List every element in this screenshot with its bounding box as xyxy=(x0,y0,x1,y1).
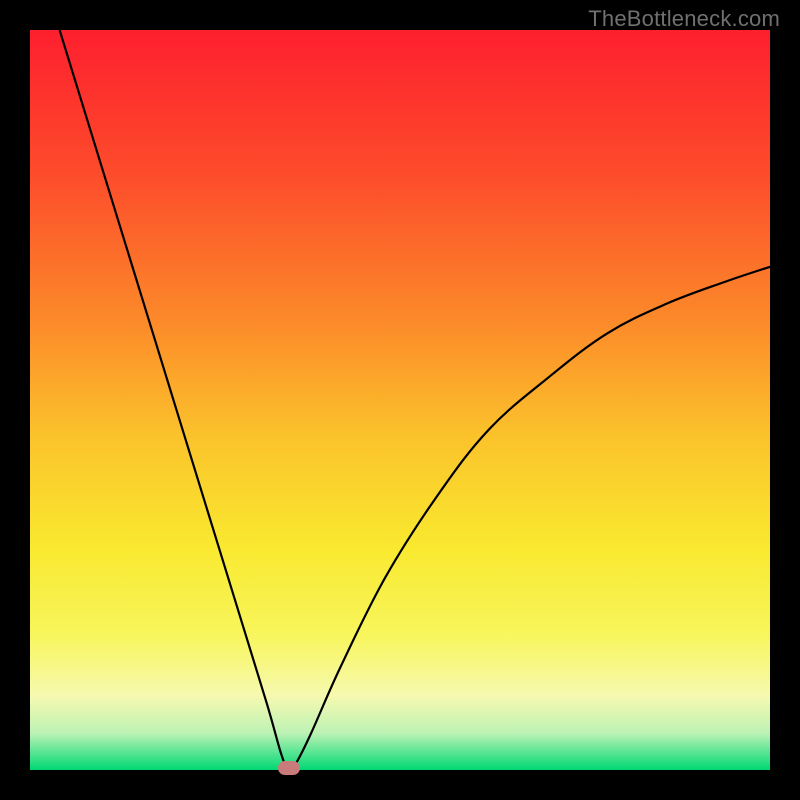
chart-curve xyxy=(30,30,770,770)
dip-marker xyxy=(278,761,300,775)
chart-frame xyxy=(30,30,770,770)
watermark-text: TheBottleneck.com xyxy=(588,6,780,32)
